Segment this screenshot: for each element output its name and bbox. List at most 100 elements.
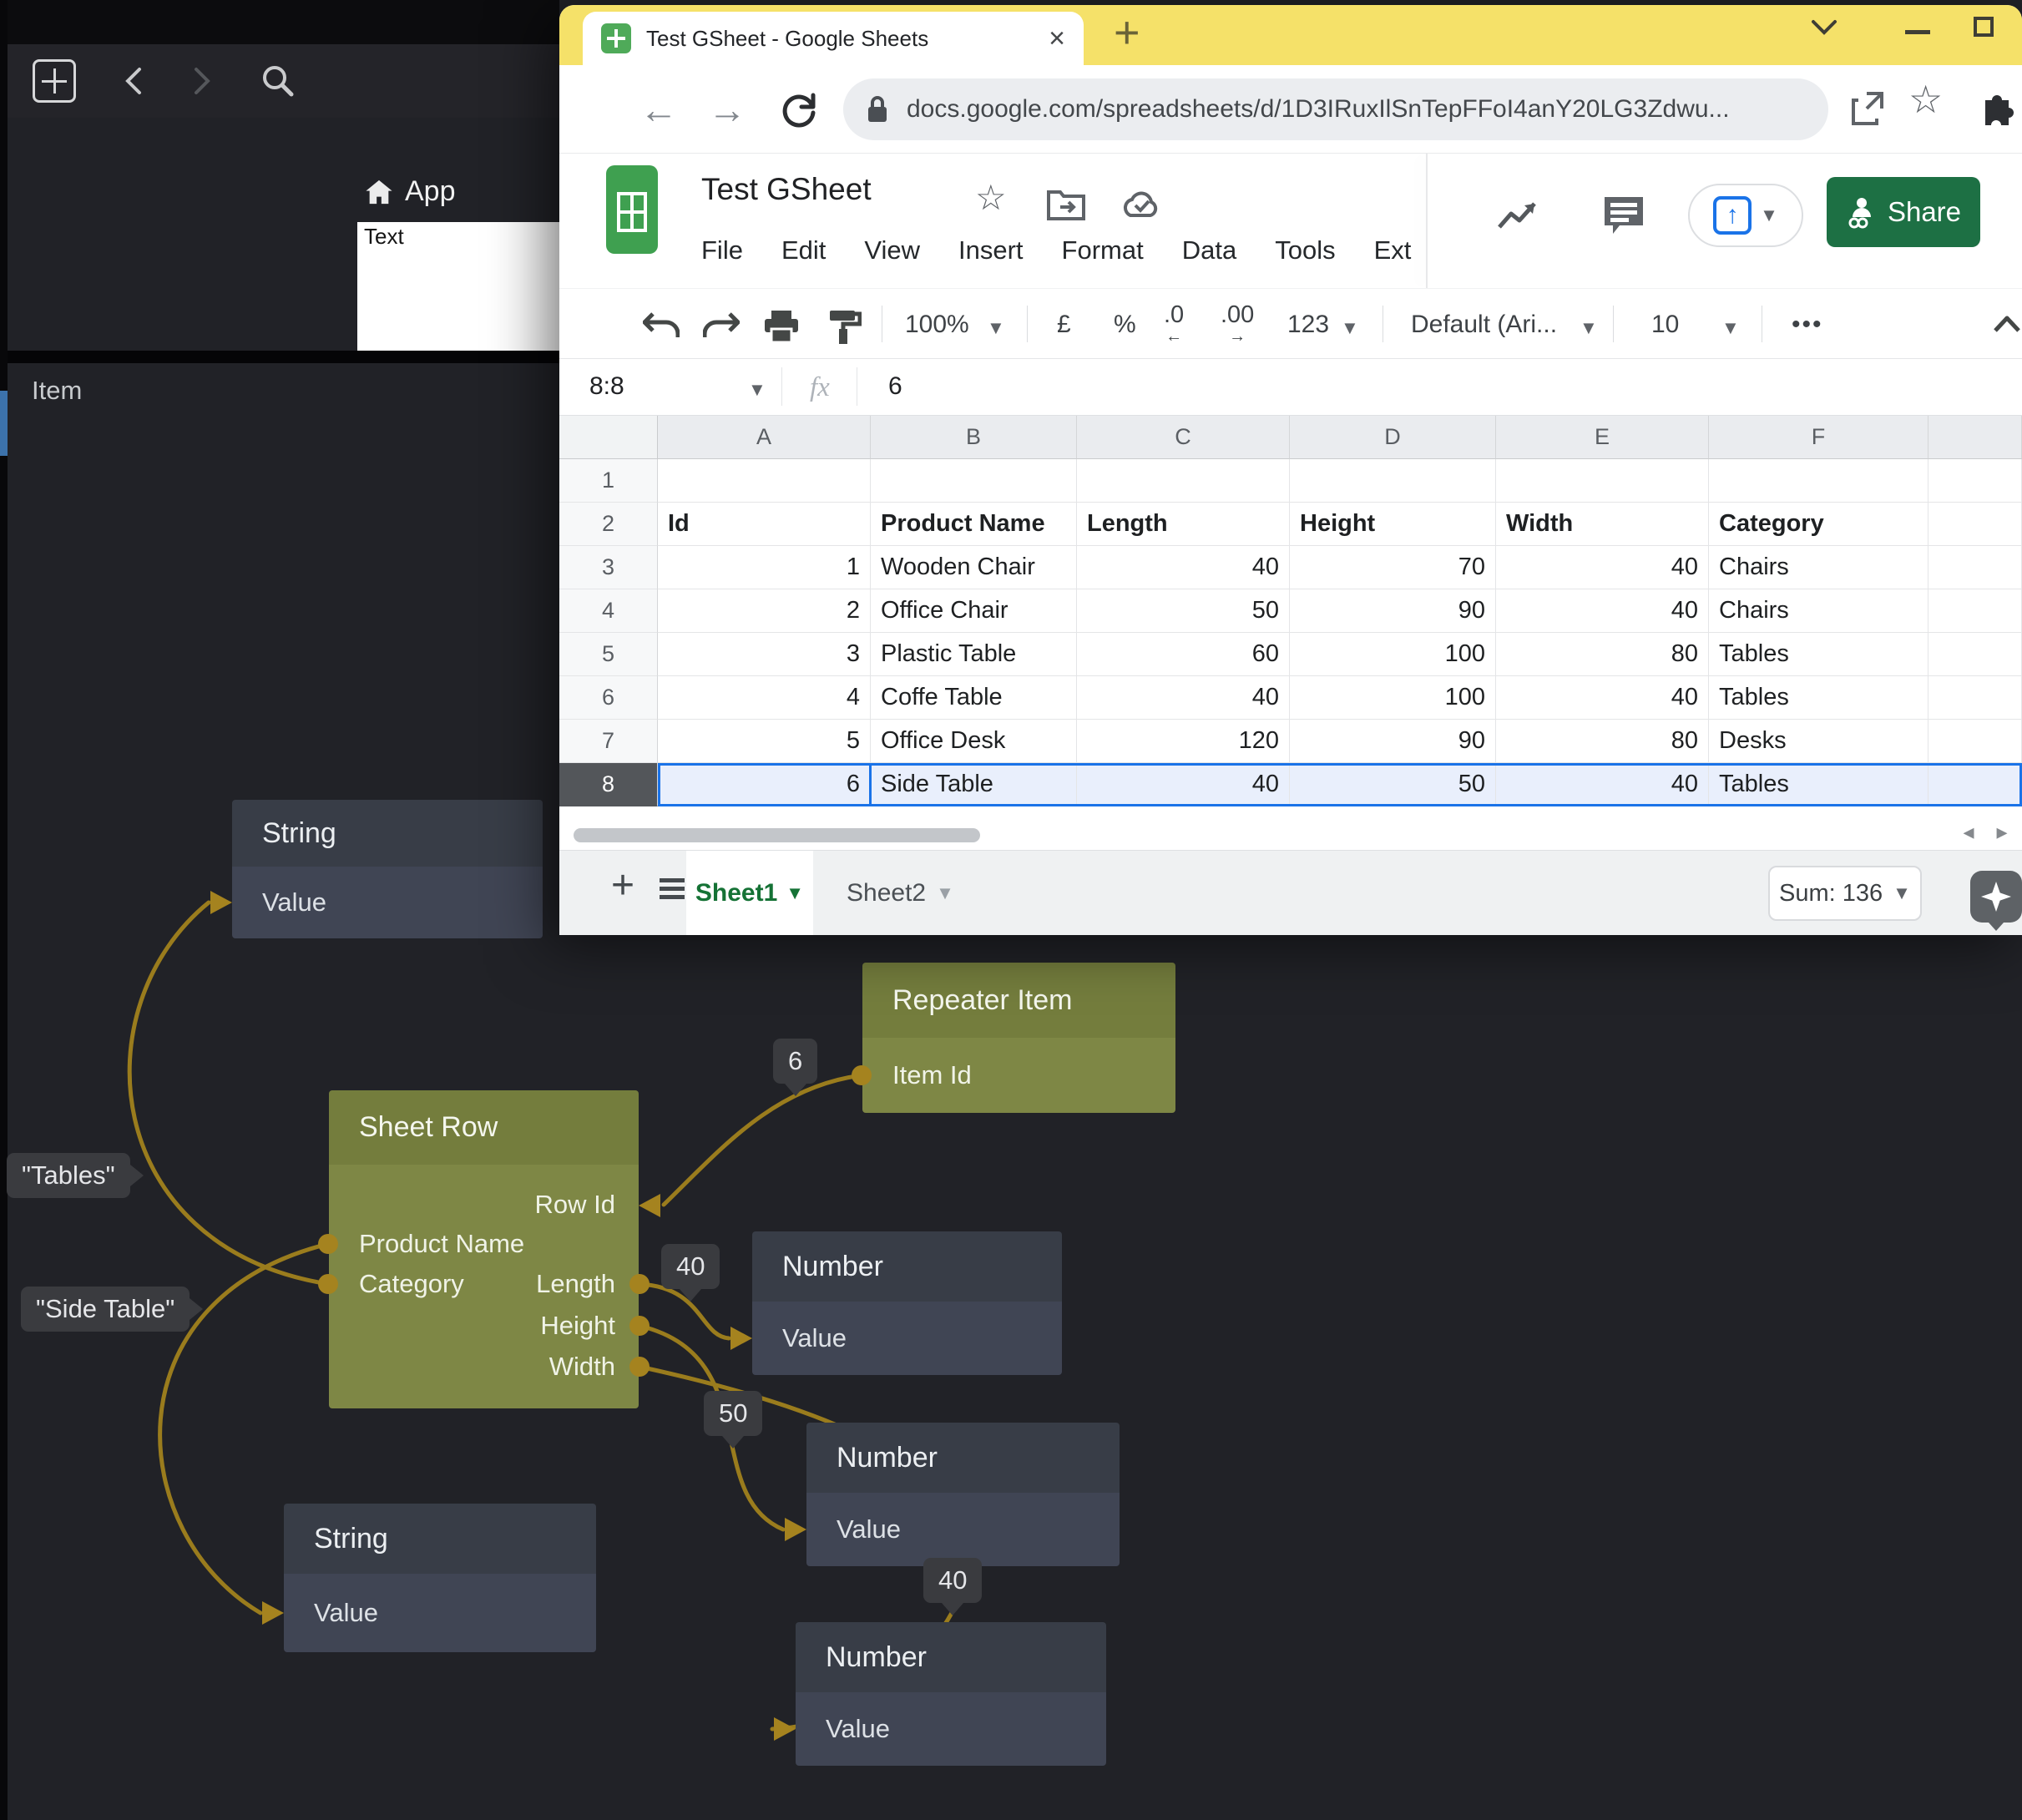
sheet-tab-sheet1[interactable]: Sheet1 ▼	[686, 851, 813, 935]
row-header[interactable]: 4	[559, 589, 658, 633]
port-dot[interactable]	[318, 1274, 338, 1294]
menu-view[interactable]: View	[864, 235, 920, 265]
menu-extensions[interactable]: Ext	[1374, 235, 1412, 265]
grid-cell[interactable]: Side Table	[871, 763, 1077, 806]
select-all-corner[interactable]	[559, 416, 658, 459]
node-number-1[interactable]: Number Value	[752, 1231, 1062, 1375]
cloud-status-icon[interactable]	[1120, 189, 1164, 220]
sum-status-button[interactable]: Sum: 136 ▼	[1768, 866, 1922, 921]
grid-cell[interactable]	[871, 459, 1077, 503]
port-dot[interactable]	[629, 1316, 650, 1336]
port-value[interactable]: Value	[314, 1596, 378, 1630]
port-category[interactable]: Category	[359, 1267, 464, 1301]
grid-cell[interactable]: 70	[1290, 546, 1496, 589]
chevron-down-icon[interactable]: ▼	[1341, 317, 1359, 339]
grid-cell[interactable]: Height	[1290, 503, 1496, 546]
column-header[interactable]: E	[1496, 416, 1709, 459]
more-formats-button[interactable]: 123	[1287, 311, 1329, 339]
document-title[interactable]: Test GSheet	[701, 172, 872, 207]
grid-cell[interactable]: 3	[658, 633, 871, 676]
grid-cell[interactable]: 2	[658, 589, 871, 633]
grid-cell[interactable]: 6	[658, 763, 871, 806]
grid-cell[interactable]	[1928, 589, 2022, 633]
grid-cell[interactable]: Id	[658, 503, 871, 546]
grid-cell[interactable]	[1496, 459, 1709, 503]
chevron-down-icon[interactable]: ▼	[748, 379, 766, 401]
grid-cell[interactable]	[1928, 763, 2022, 806]
grid-cell[interactable]: Chairs	[1709, 589, 1928, 633]
name-box[interactable]: 8:8	[589, 372, 624, 401]
port-product-name[interactable]: Product Name	[359, 1227, 524, 1261]
port-row-id[interactable]: Row Id	[535, 1188, 615, 1221]
increase-decimal-button[interactable]: .00 →	[1221, 304, 1254, 347]
menu-format[interactable]: Format	[1062, 235, 1144, 265]
grid-cell[interactable]	[1928, 503, 2022, 546]
doc-star-icon[interactable]: ☆	[975, 177, 1007, 218]
grid-cell[interactable]: Coffe Table	[871, 676, 1077, 720]
menu-edit[interactable]: Edit	[781, 235, 826, 265]
row-header[interactable]: 2	[559, 503, 658, 546]
grid-cell[interactable]	[1928, 459, 2022, 503]
grid-cell[interactable]: 90	[1290, 720, 1496, 763]
node-number-3[interactable]: Number Value	[796, 1622, 1106, 1766]
port-value[interactable]: Value	[262, 886, 326, 919]
history-trend-icon[interactable]	[1496, 197, 1539, 234]
column-header[interactable]: B	[871, 416, 1077, 459]
node-number-2[interactable]: Number Value	[806, 1423, 1120, 1566]
bookmark-star-icon[interactable]: ☆	[1908, 77, 1943, 122]
row-header[interactable]: 5	[559, 633, 658, 676]
grid-cell[interactable]: Wooden Chair	[871, 546, 1077, 589]
window-restore-icon[interactable]	[1810, 18, 1838, 37]
present-button[interactable]: ↑ ▼	[1688, 184, 1803, 247]
window-maximize-icon[interactable]	[1974, 17, 1994, 37]
chevron-down-icon[interactable]: ▼	[1760, 205, 1778, 226]
format-percent-button[interactable]: %	[1114, 311, 1136, 339]
grid-cell[interactable]: Category	[1709, 503, 1928, 546]
grid-cell[interactable]	[1928, 546, 2022, 589]
share-page-icon[interactable]	[1847, 88, 1887, 129]
grid-cell[interactable]: 90	[1290, 589, 1496, 633]
font-size-select[interactable]: 10	[1651, 311, 1679, 339]
grid-cell[interactable]: Tables	[1709, 676, 1928, 720]
grid-cell[interactable]: 40	[1496, 763, 1709, 806]
grid-cell[interactable]: 120	[1077, 720, 1290, 763]
port-length[interactable]: Length	[536, 1267, 615, 1301]
undo-icon[interactable]	[643, 312, 680, 341]
window-minimize-icon[interactable]	[1905, 30, 1930, 34]
grid-cell[interactable]	[1928, 633, 2022, 676]
grid-cell[interactable]: 60	[1077, 633, 1290, 676]
share-button[interactable]: Share	[1827, 177, 1980, 247]
grid-cell[interactable]	[1077, 459, 1290, 503]
grid-cell[interactable]	[658, 459, 871, 503]
app-preview-canvas[interactable]: Text	[357, 222, 563, 351]
grid-cell[interactable]: Tables	[1709, 633, 1928, 676]
chevron-down-icon[interactable]: ▼	[1721, 317, 1740, 339]
chevron-down-icon[interactable]: ▼	[987, 317, 1005, 339]
grid-cell[interactable]: Chairs	[1709, 546, 1928, 589]
chevron-down-icon[interactable]: ▼	[786, 882, 804, 904]
grid-cell[interactable]: 80	[1496, 720, 1709, 763]
row-header[interactable]: 1	[559, 459, 658, 503]
item-node-label[interactable]: Item	[32, 376, 82, 406]
comments-icon[interactable]	[1601, 194, 1646, 237]
row-header[interactable]: 8	[559, 763, 658, 806]
node-repeater-item[interactable]: Repeater Item Item Id	[862, 963, 1175, 1113]
add-sheet-button[interactable]: +	[611, 862, 634, 908]
grid-cell[interactable]: 1	[658, 546, 871, 589]
grid-cell[interactable]: Desks	[1709, 720, 1928, 763]
grid-cell[interactable]: 40	[1077, 676, 1290, 720]
browser-tab[interactable]: Test GSheet - Google Sheets ×	[583, 12, 1084, 65]
grid-cell[interactable]: 5	[658, 720, 871, 763]
grid-cell[interactable]: Tables	[1709, 763, 1928, 806]
grid-cell[interactable]: 50	[1077, 589, 1290, 633]
zoom-select[interactable]: 100%	[905, 311, 969, 339]
column-header[interactable]: D	[1290, 416, 1496, 459]
menu-data[interactable]: Data	[1182, 235, 1236, 265]
collapse-toolbar-icon[interactable]	[1992, 314, 2022, 334]
row-header[interactable]: 3	[559, 546, 658, 589]
decrease-decimal-button[interactable]: .0 ←	[1164, 304, 1184, 347]
redo-icon[interactable]	[703, 312, 740, 341]
row-header[interactable]: 6	[559, 676, 658, 720]
port-item-id[interactable]: Item Id	[892, 1059, 972, 1092]
more-toolbar-button[interactable]: •••	[1792, 311, 1823, 339]
